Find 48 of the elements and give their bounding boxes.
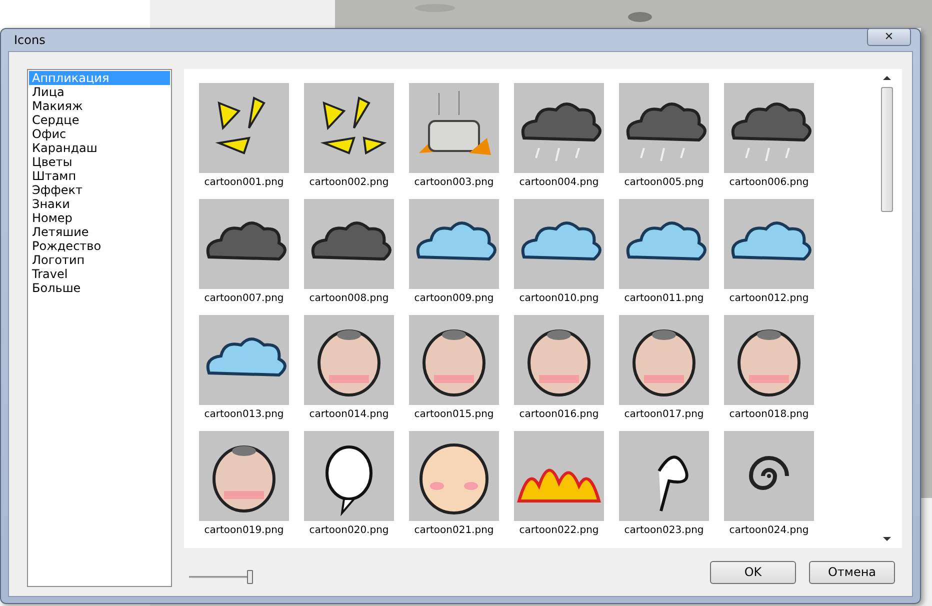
file-name: cartoon009.png: [414, 292, 494, 306]
file-name: cartoon023.png: [624, 524, 704, 538]
slider-thumb[interactable]: [246, 570, 253, 584]
file-name: cartoon004.png: [519, 176, 599, 190]
scroll-down-icon[interactable]: [883, 536, 891, 542]
file-name: cartoon014.png: [309, 408, 389, 422]
file-name: cartoon006.png: [729, 176, 809, 190]
file-name: cartoon022.png: [519, 524, 599, 538]
ok-button[interactable]: OK: [710, 560, 796, 584]
file-name: cartoon008.png: [309, 292, 389, 306]
category-item[interactable]: Эффект: [29, 183, 170, 197]
category-item[interactable]: Цветы: [29, 155, 170, 169]
scrollbar-thumb[interactable]: [881, 87, 893, 212]
category-item[interactable]: Карандаш: [29, 141, 170, 155]
file-name: cartoon001.png: [204, 176, 284, 190]
close-button[interactable]: ✕: [867, 28, 911, 46]
category-item[interactable]: Больше: [29, 281, 170, 295]
file-name: cartoon007.png: [204, 292, 284, 306]
category-item[interactable]: Знаки: [29, 197, 170, 211]
window-title: Icons: [13, 32, 46, 49]
file-name: cartoon003.png: [414, 176, 494, 190]
file-name: cartoon013.png: [204, 408, 284, 422]
file-name: cartoon017.png: [624, 408, 704, 422]
category-item[interactable]: Лица: [29, 85, 170, 99]
file-name: cartoon024.png: [729, 524, 809, 538]
category-item[interactable]: Офис: [29, 127, 170, 141]
file-name: cartoon012.png: [729, 292, 809, 306]
category-item[interactable]: Штамп: [29, 169, 170, 183]
file-name: cartoon021.png: [414, 524, 494, 538]
file-name: cartoon016.png: [519, 408, 599, 422]
category-item[interactable]: Макияж: [29, 99, 170, 113]
category-item[interactable]: Номер: [29, 211, 170, 225]
category-item[interactable]: Сердце: [29, 113, 170, 127]
category-item[interactable]: Рождество: [29, 239, 170, 253]
file-name: cartoon010.png: [519, 292, 599, 306]
file-name: cartoon019.png: [204, 524, 284, 538]
category-item[interactable]: Летяшие: [29, 225, 170, 239]
category-item[interactable]: Travel: [29, 267, 170, 281]
file-name: cartoon011.png: [624, 292, 704, 306]
scroll-up-icon[interactable]: [883, 75, 891, 81]
cancel-button[interactable]: Отмена: [809, 560, 895, 584]
size-slider[interactable]: [189, 570, 253, 584]
file-name: cartoon018.png: [729, 408, 809, 422]
file-name: cartoon005.png: [624, 176, 704, 190]
file-name: cartoon020.png: [309, 524, 389, 538]
category-item[interactable]: Логотип: [29, 253, 170, 267]
file-name: cartoon002.png: [309, 176, 389, 190]
file-name: cartoon015.png: [414, 408, 494, 422]
